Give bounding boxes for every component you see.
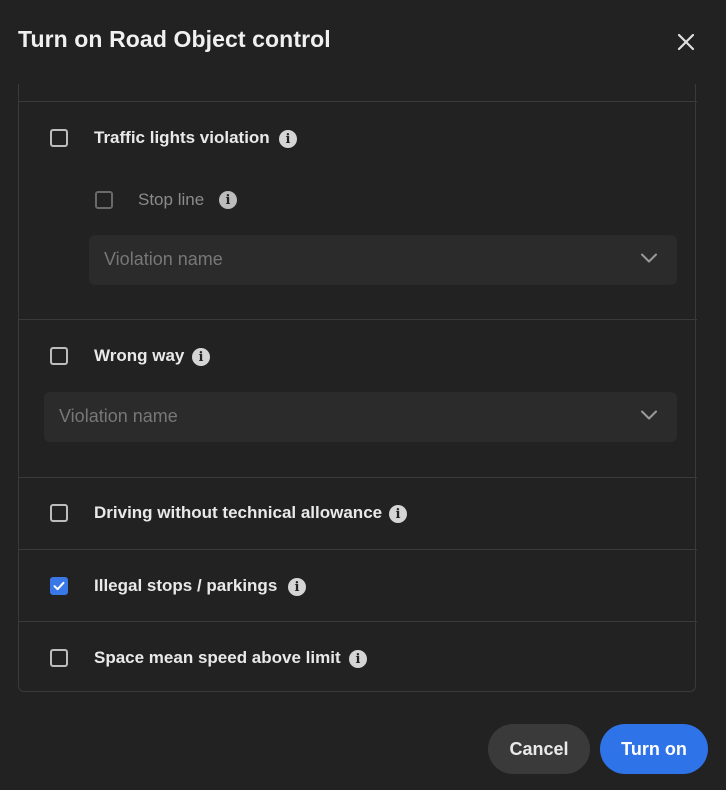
- info-icon[interactable]: i: [219, 191, 237, 209]
- illegal-stops-checkbox[interactable]: [50, 577, 68, 595]
- stop-line-label: Stop line: [138, 190, 205, 209]
- chevron-down-icon: [641, 253, 657, 263]
- traffic-lights-violation-checkbox[interactable]: [50, 129, 68, 147]
- technical-allowance-label: Driving without technical allowance: [94, 503, 383, 522]
- violation-name-placeholder: Violation name: [104, 249, 223, 269]
- wrong-way-label: Wrong way: [94, 346, 185, 365]
- section-illegal-stops: Illegal stops / parkings i: [19, 549, 697, 621]
- info-icon[interactable]: i: [349, 650, 367, 668]
- dialog-header: Turn on Road Object control: [0, 0, 726, 84]
- traffic-lights-violation-label: Traffic lights violation: [94, 128, 270, 147]
- cancel-button[interactable]: Cancel: [488, 724, 590, 774]
- illegal-stops-label: Illegal stops / parkings: [94, 576, 278, 595]
- section-space-mean-speed: Space mean speed above limit i: [19, 621, 697, 692]
- wrong-way-violation-name-select[interactable]: Violation name: [44, 392, 677, 442]
- turn-on-button[interactable]: Turn on: [600, 724, 708, 774]
- technical-allowance-checkbox[interactable]: [50, 504, 68, 522]
- space-mean-speed-checkbox[interactable]: [50, 649, 68, 667]
- wrong-way-checkbox[interactable]: [50, 347, 68, 365]
- chevron-down-icon: [641, 410, 657, 420]
- close-icon: [677, 33, 695, 51]
- section-traffic-lights-violation: Traffic lights violation i Stop line i V…: [19, 101, 697, 319]
- space-mean-speed-label: Space mean speed above limit: [94, 648, 341, 667]
- turn-on-road-object-control-dialog: Turn on Road Object control Traffic ligh…: [0, 0, 726, 790]
- stop-line-checkbox[interactable]: [95, 191, 113, 209]
- violation-name-placeholder: Violation name: [59, 406, 178, 426]
- section-technical-allowance: Driving without technical allowance i: [19, 477, 697, 549]
- options-panel: Traffic lights violation i Stop line i V…: [18, 84, 697, 692]
- dialog-title: Turn on Road Object control: [18, 26, 331, 52]
- info-icon[interactable]: i: [279, 130, 297, 148]
- close-button[interactable]: [670, 26, 702, 58]
- info-icon[interactable]: i: [288, 578, 306, 596]
- section-wrong-way: Wrong way i Violation name: [19, 319, 697, 477]
- info-icon[interactable]: i: [192, 348, 210, 366]
- traffic-lights-violation-name-select[interactable]: Violation name: [89, 235, 677, 285]
- info-icon[interactable]: i: [389, 505, 407, 523]
- checkmark-icon: [53, 581, 65, 591]
